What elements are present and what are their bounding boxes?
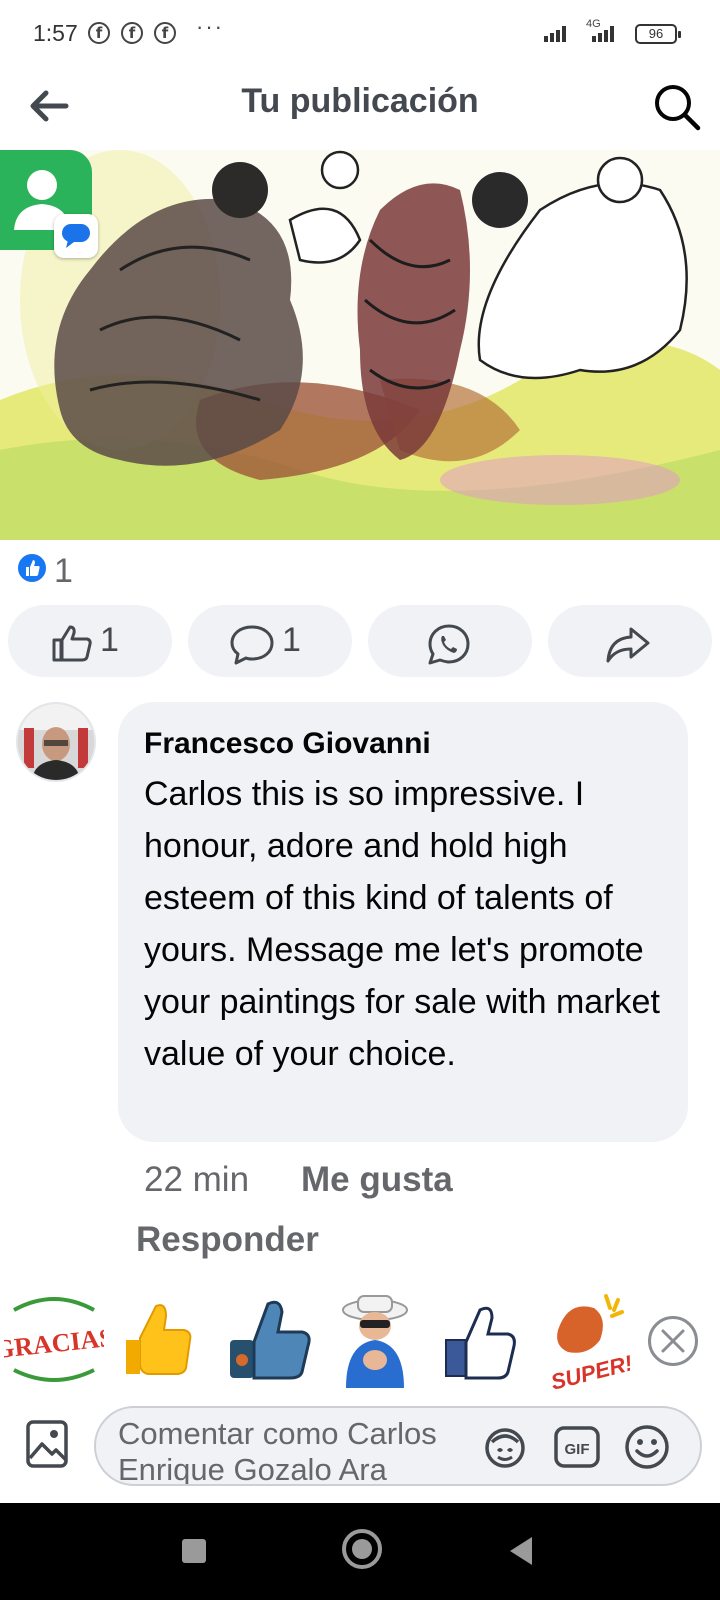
comment-timestamp: 22 min bbox=[144, 1160, 250, 1199]
page-title: Tu publicación bbox=[241, 82, 479, 120]
facebook-notification-icon: f bbox=[121, 22, 143, 44]
network-type: 4G bbox=[586, 18, 601, 30]
avatar-sticker-icon bbox=[485, 1428, 525, 1468]
gracias-sticker[interactable]: GRACIAS bbox=[0, 1290, 115, 1390]
close-stickers-button[interactable] bbox=[648, 1316, 698, 1366]
robot-thumbs-up-sticker[interactable] bbox=[222, 1290, 317, 1390]
share-arrow-icon bbox=[606, 627, 650, 663]
recents-button[interactable] bbox=[182, 1539, 206, 1563]
comment-input-placeholder: Comentar como Carlos Enrique Gozalo Ara bbox=[118, 1416, 437, 1486]
facebook-notification-icon: f bbox=[88, 22, 110, 44]
comment-count: 1 bbox=[282, 621, 301, 659]
like-button[interactable]: 1 bbox=[8, 605, 172, 677]
status-bar: 1:57 f f f ··· 4G 96 bbox=[0, 0, 720, 70]
gif-icon: GIF bbox=[554, 1426, 600, 1468]
gracias-sticker-text: GRACIAS bbox=[4, 1323, 104, 1364]
whatsapp-icon bbox=[428, 624, 470, 665]
comment-author[interactable]: Francesco Giovanni bbox=[144, 724, 662, 764]
system-nav-bar bbox=[0, 1503, 720, 1600]
avatar-photo bbox=[18, 704, 94, 780]
search-button[interactable] bbox=[648, 78, 708, 138]
add-photo-button[interactable] bbox=[24, 1418, 70, 1470]
thumbs-up-emoji-sticker[interactable] bbox=[118, 1290, 208, 1390]
share-button[interactable] bbox=[548, 605, 712, 677]
thumbs-up-sticker[interactable] bbox=[440, 1290, 520, 1390]
painting-illustration bbox=[0, 150, 720, 540]
status-more-icon: ··· bbox=[196, 14, 224, 39]
emoji-button[interactable] bbox=[622, 1422, 672, 1472]
system-back-button[interactable] bbox=[510, 1537, 532, 1565]
comment-bubble[interactable]: Francesco Giovanni Carlos this is so imp… bbox=[118, 702, 688, 1142]
whatsapp-share-button[interactable] bbox=[368, 605, 532, 677]
comment-input[interactable]: Comentar como Carlos Enrique Gozalo Ara … bbox=[94, 1406, 702, 1486]
super-clap-sticker[interactable]: SUPER! bbox=[548, 1290, 635, 1395]
comment-icon bbox=[230, 625, 274, 665]
avatar-sticker-button[interactable] bbox=[480, 1422, 530, 1472]
reaction-count: 1 bbox=[54, 552, 73, 590]
messages-badge-icon bbox=[54, 214, 98, 258]
super-sticker-text: SUPER! bbox=[548, 1350, 630, 1390]
comment-text: Carlos this is so impressive. I honour, … bbox=[144, 775, 660, 1073]
comment-button[interactable]: 1 bbox=[188, 605, 352, 677]
smiley-icon bbox=[625, 1425, 669, 1469]
photo-icon bbox=[26, 1420, 68, 1468]
gif-button[interactable]: GIF bbox=[552, 1422, 602, 1472]
battery-icon: 96 bbox=[635, 24, 681, 44]
thumbs-up-icon bbox=[52, 625, 92, 662]
like-reaction-icon bbox=[16, 552, 48, 584]
facebook-notification-icon: f bbox=[154, 22, 176, 44]
comment-like-button[interactable]: Me gusta bbox=[301, 1160, 453, 1200]
status-time: 1:57 bbox=[33, 20, 78, 46]
search-icon bbox=[655, 85, 701, 131]
svg-text:GIF: GIF bbox=[565, 1441, 590, 1458]
close-icon bbox=[661, 1329, 685, 1353]
header: Tu publicación bbox=[0, 70, 720, 150]
like-count: 1 bbox=[100, 621, 119, 659]
post-image[interactable] bbox=[0, 150, 720, 540]
comment-reply-button[interactable]: Responder bbox=[136, 1220, 319, 1260]
commenter-avatar[interactable] bbox=[16, 702, 96, 782]
home-button[interactable] bbox=[342, 1529, 382, 1569]
clapping-character-sticker[interactable] bbox=[330, 1290, 420, 1390]
